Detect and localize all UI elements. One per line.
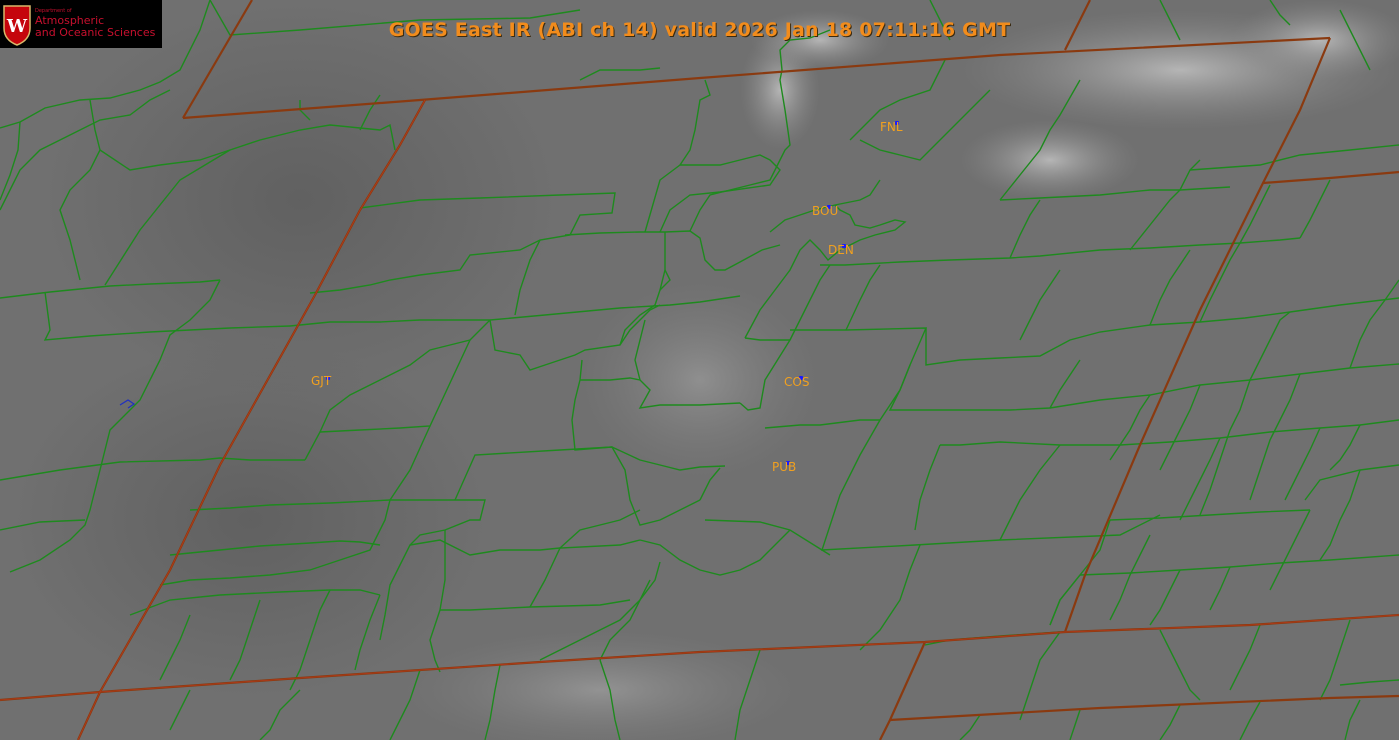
station-label-gjt: GJT — [311, 374, 332, 388]
station-label-bou: BOU — [812, 204, 839, 218]
satellite-map — [0, 0, 1399, 740]
station-label-pub: PUB — [772, 460, 797, 474]
station-label-den: DEN — [828, 243, 854, 257]
station-label-cos: COS — [784, 375, 810, 389]
station-label-fnl: FNL — [880, 120, 903, 134]
image-title: GOES East IR (ABI ch 14) valid 2026 Jan … — [388, 19, 1011, 41]
